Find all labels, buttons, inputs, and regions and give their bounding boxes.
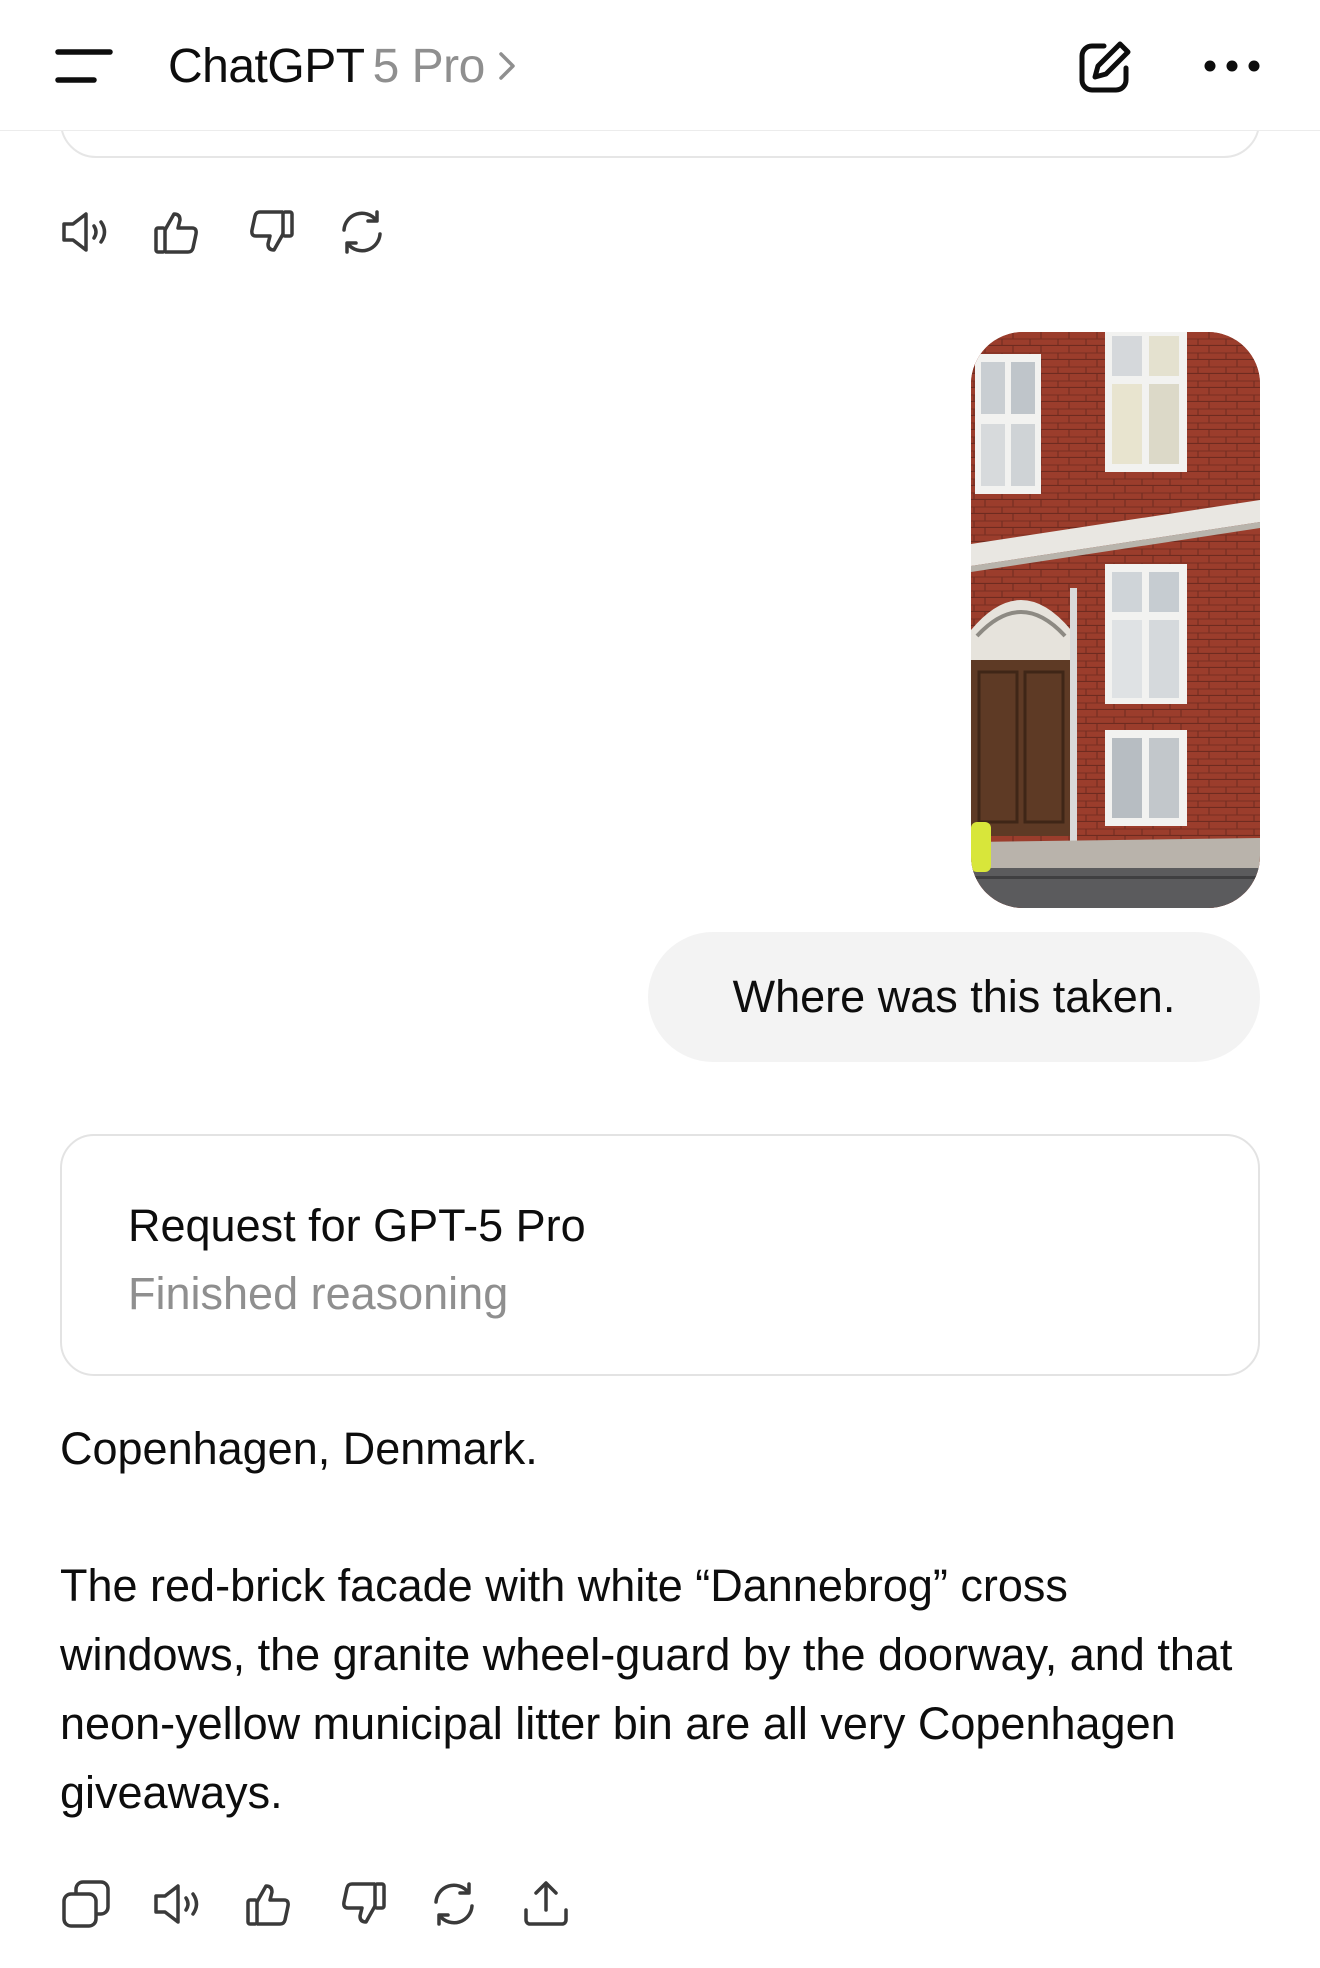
read-aloud-button[interactable] (58, 204, 114, 260)
more-icon (1204, 60, 1260, 72)
assistant-answer: Copenhagen, Denmark. The red-brick facad… (60, 1414, 1260, 1827)
reasoning-status: Finished reasoning (128, 1268, 509, 1319)
answer-paragraph: Copenhagen, Denmark. (60, 1423, 538, 1474)
chat-screen: ChatGPT 5 Pro Where was this taken. Requ… (0, 0, 1320, 1968)
chevron-right-icon (499, 52, 515, 80)
model-label: 5 Pro (372, 39, 486, 93)
good-response-button[interactable] (150, 204, 206, 260)
new-chat-button[interactable] (1068, 32, 1140, 104)
compose-icon (1079, 41, 1131, 93)
answer-paragraph: The red-brick facade with white “Dannebr… (60, 1560, 1233, 1818)
top-bar: ChatGPT 5 Pro (0, 0, 1320, 131)
read-aloud-button[interactable] (150, 1876, 206, 1932)
reasoning-title: Request for GPT-5 Pro (128, 1200, 586, 1251)
regenerate-button[interactable] (334, 204, 390, 260)
thumbs-up-icon (154, 212, 198, 254)
bad-response-button[interactable] (334, 1876, 390, 1932)
speaker-icon (62, 212, 107, 252)
copy-icon (62, 1880, 110, 1928)
copy-button[interactable] (58, 1876, 114, 1932)
user-attached-photo[interactable] (971, 332, 1260, 908)
share-button[interactable] (518, 1876, 574, 1932)
bad-response-button[interactable] (242, 204, 298, 260)
app-name: ChatGPT (168, 39, 365, 93)
thumbs-down-icon (342, 1882, 386, 1924)
model-selector[interactable]: ChatGPT 5 Pro (168, 36, 519, 96)
user-message-bubble: Where was this taken. (648, 932, 1260, 1062)
regenerate-button[interactable] (426, 1876, 482, 1932)
menu-icon (55, 49, 113, 83)
menu-button[interactable] (44, 36, 124, 96)
previous-message-actions (58, 204, 390, 260)
more-options-button[interactable] (1196, 36, 1268, 96)
answer-actions (58, 1876, 574, 1932)
share-icon (524, 1881, 568, 1926)
regenerate-icon (342, 210, 382, 254)
good-response-button[interactable] (242, 1876, 298, 1932)
building-photo-illustration (971, 332, 1260, 908)
thumbs-down-icon (250, 210, 294, 252)
user-message-text: Where was this taken. (732, 971, 1176, 1022)
reasoning-card[interactable]: Request for GPT-5 Pro Finished reasoning (60, 1134, 1260, 1376)
regenerate-icon (434, 1882, 474, 1926)
speaker-icon (154, 1884, 199, 1924)
thumbs-up-icon (246, 1884, 290, 1926)
